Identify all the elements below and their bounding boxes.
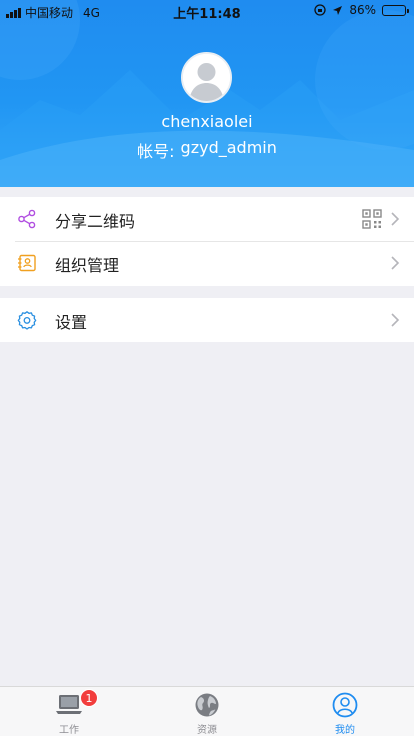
user-icon (332, 692, 358, 718)
work-badge: 1 (80, 689, 98, 707)
tab-label-work: 工作 (59, 725, 79, 736)
tab-resources[interactable]: 资源 (138, 687, 276, 736)
status-bar: 中国移动 4G 上午11:48 86% (0, 0, 414, 22)
menu-label-settings: 设置 (55, 313, 88, 332)
laptop-icon (56, 695, 82, 714)
menu-item-share-qr[interactable]: 分享二维码 (0, 197, 414, 241)
org-card-icon (18, 254, 36, 272)
menu-label-org-manage: 组织管理 (55, 256, 120, 275)
menu-group-main: 分享二维码 组织管理 (0, 197, 414, 286)
username: chenxiaolei (161, 112, 253, 131)
default-avatar-icon (183, 54, 230, 101)
avatar[interactable] (181, 52, 232, 103)
menu-label-share-qr: 分享二维码 (55, 212, 136, 231)
globe-icon (195, 693, 219, 717)
profile-header: 中国移动 4G 上午11:48 86% chenxiaolei 帐号: gzyd… (0, 0, 414, 187)
menu-group-settings: 设置 (0, 298, 414, 342)
tab-mine[interactable]: 我的 (276, 687, 414, 736)
gear-icon (17, 311, 37, 330)
chevron-right-icon (391, 212, 400, 226)
account-label: 帐号: (137, 142, 175, 161)
location-icon (333, 5, 343, 15)
qr-code-icon (362, 209, 382, 229)
share-icon (18, 209, 36, 229)
battery-text: 86% (349, 3, 376, 17)
tab-label-mine: 我的 (335, 725, 355, 736)
menu-item-org-manage[interactable]: 组织管理 (0, 241, 414, 285)
tab-label-resources: 资源 (197, 725, 217, 736)
chevron-right-icon (391, 256, 400, 270)
account-info: 帐号: gzyd_admin (0, 138, 414, 162)
tab-bar: 1 工作 资源 我的 (0, 686, 414, 736)
tab-work[interactable]: 1 工作 (0, 687, 138, 736)
rotation-lock-icon (314, 4, 326, 16)
menu-item-settings[interactable]: 设置 (0, 298, 414, 342)
chevron-right-icon (391, 313, 400, 327)
battery-icon (382, 4, 409, 16)
account-value: gzyd_admin (180, 138, 277, 157)
